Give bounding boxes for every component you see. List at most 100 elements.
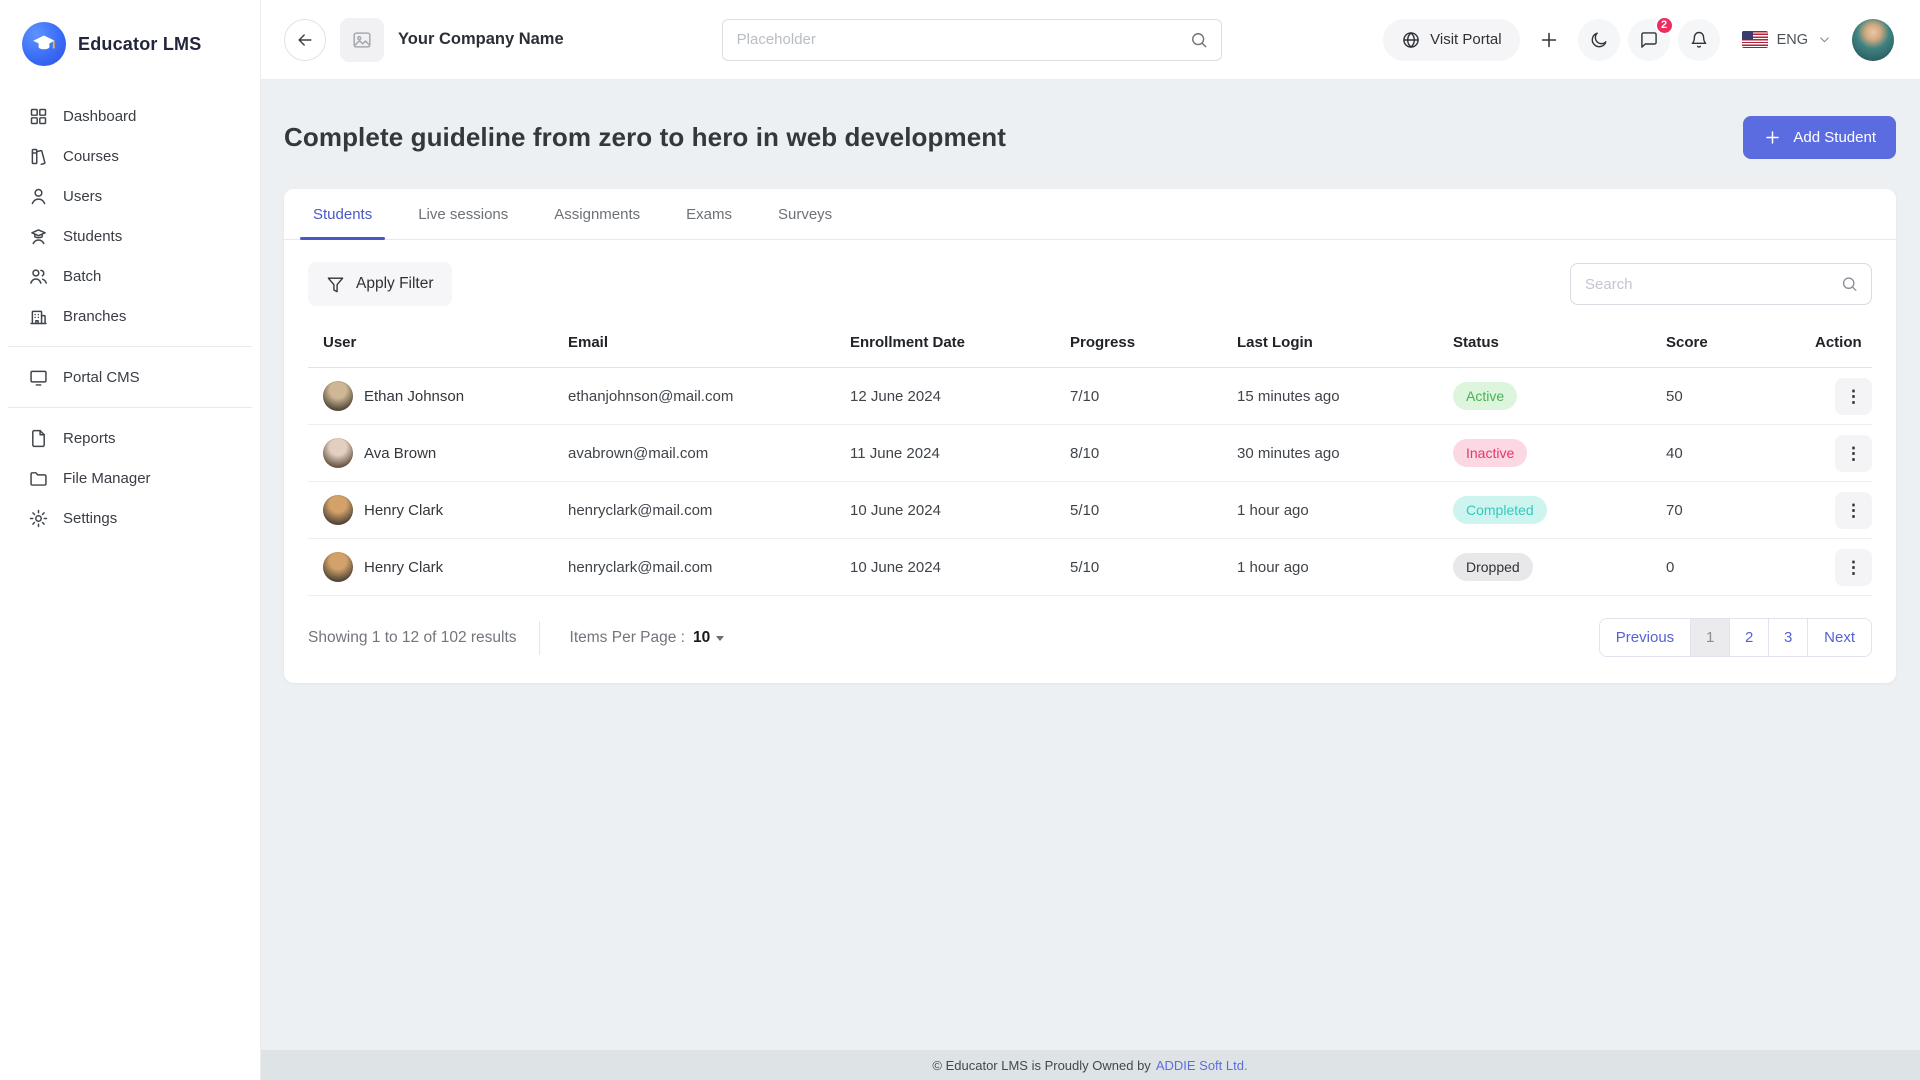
last-login: 1 hour ago [1222, 559, 1438, 576]
status-badge: Completed [1453, 496, 1547, 524]
row-actions-menu-button[interactable]: ⋮ [1835, 492, 1872, 529]
pagination-button[interactable]: 2 [1729, 619, 1768, 656]
column-header-email: Email [553, 334, 835, 351]
row-actions-menu-button[interactable]: ⋮ [1835, 549, 1872, 586]
sidebar-item[interactable]: Branches [0, 296, 260, 336]
page-content: Complete guideline from zero to hero in … [260, 80, 1920, 1050]
brand-name: Educator LMS [78, 34, 201, 55]
column-header-action: Action [1800, 334, 1874, 351]
pagination-button[interactable]: 3 [1768, 619, 1807, 656]
search-icon[interactable] [1840, 275, 1859, 294]
table-toolbar: Apply Filter [284, 240, 1896, 322]
sidebar-item[interactable]: Courses [0, 136, 260, 176]
topbar: Your Company Name Visit Portal [260, 0, 1920, 80]
people-icon [28, 266, 49, 287]
last-login: 30 minutes ago [1222, 445, 1438, 462]
sidebar-item-label: Batch [63, 268, 101, 285]
status-badge: Inactive [1453, 439, 1527, 467]
sidebar-item[interactable]: Reports [0, 418, 260, 458]
messages-button[interactable]: 2 [1628, 19, 1670, 61]
sidebar-item-label: Dashboard [63, 108, 136, 125]
progress-value: 5/10 [1055, 559, 1222, 576]
sidebar-nav: Dashboard Courses Users Students [0, 88, 260, 546]
tab[interactable]: Live sessions [415, 189, 511, 239]
arrow-left-icon [295, 30, 315, 50]
enrollment-date: 12 June 2024 [835, 388, 1055, 405]
educator-lms-logo-icon [22, 22, 66, 66]
sidebar-item-label: Students [63, 228, 122, 245]
pagination-button[interactable]: 1 [1690, 619, 1729, 656]
user-avatar[interactable] [1852, 19, 1894, 61]
plus-icon [1763, 128, 1782, 147]
notifications-button[interactable] [1678, 19, 1720, 61]
folder-icon [28, 468, 49, 489]
language-selector[interactable]: ENG [1742, 31, 1832, 48]
tab[interactable]: Exams [683, 189, 735, 239]
globe-icon [1401, 30, 1421, 50]
footer-divider [539, 621, 540, 655]
items-per-page: Items Per Page : 10 [570, 629, 725, 647]
sidebar-item[interactable]: Users [0, 176, 260, 216]
company-name: Your Company Name [398, 30, 564, 49]
table-row: Henry Clark henryclark@mail.com 10 June … [308, 482, 1872, 539]
sidebar-item[interactable]: Dashboard [0, 96, 260, 136]
student-email: avabrown@mail.com [553, 445, 835, 462]
graduate-icon [28, 226, 49, 247]
footer-text: © Educator LMS is Proudly Owned by [932, 1058, 1150, 1073]
sidebar-item-label: Users [63, 188, 102, 205]
brand[interactable]: Educator LMS [0, 18, 260, 88]
score-value: 50 [1651, 388, 1800, 405]
student-avatar [323, 495, 353, 525]
company-logo-placeholder[interactable] [340, 18, 384, 62]
add-student-label: Add Student [1793, 129, 1876, 146]
pagination-button[interactable]: Next [1807, 619, 1871, 656]
last-login: 15 minutes ago [1222, 388, 1438, 405]
global-search-input[interactable] [722, 19, 1222, 61]
filter-funnel-icon [326, 275, 345, 294]
back-button[interactable] [284, 19, 326, 61]
visit-portal-button[interactable]: Visit Portal [1383, 19, 1519, 61]
course-tabs: Students Live sessions Assignments Exams… [284, 189, 1896, 240]
progress-value: 5/10 [1055, 502, 1222, 519]
tab[interactable]: Surveys [775, 189, 835, 239]
table-search-input[interactable] [1570, 263, 1872, 305]
sidebar-item-label: Branches [63, 308, 126, 325]
add-quick-button[interactable] [1528, 19, 1570, 61]
table-row: Ethan Johnson ethanjohnson@mail.com 12 J… [308, 368, 1872, 425]
tab[interactable]: Students [310, 189, 375, 239]
dashboard-grid-icon [28, 106, 49, 127]
sidebar-item[interactable]: Batch [0, 256, 260, 296]
sidebar-item[interactable]: Students [0, 216, 260, 256]
table-row: Ava Brown avabrown@mail.com 11 June 2024… [308, 425, 1872, 482]
student-avatar [323, 438, 353, 468]
row-actions-menu-button[interactable]: ⋮ [1835, 378, 1872, 415]
search-icon[interactable] [1189, 30, 1209, 50]
dark-mode-toggle[interactable] [1578, 19, 1620, 61]
row-actions-menu-button[interactable]: ⋮ [1835, 435, 1872, 472]
sidebar-item[interactable]: File Manager [0, 458, 260, 498]
app-window: Educator LMS Dashboard Courses Users [0, 0, 1920, 1080]
progress-value: 8/10 [1055, 445, 1222, 462]
students-table: User Email Enrollment Date Progress Last… [308, 326, 1872, 596]
column-header-enrollment-date: Enrollment Date [835, 334, 1055, 351]
items-per-page-select[interactable]: 10 [693, 629, 724, 647]
sidebar-item[interactable]: Portal CMS [0, 357, 260, 397]
sidebar-item[interactable]: Settings [0, 498, 260, 538]
gear-icon [28, 508, 49, 529]
chevron-down-icon [1817, 32, 1832, 47]
pagination-button[interactable]: Previous [1600, 619, 1690, 656]
sidebar-item-label: Courses [63, 148, 119, 165]
score-value: 0 [1651, 559, 1800, 576]
status-badge: Dropped [1453, 553, 1533, 581]
items-per-page-label: Items Per Page : [570, 629, 685, 647]
table-header-row: User Email Enrollment Date Progress Last… [308, 326, 1872, 368]
column-header-user: User [308, 334, 553, 351]
apply-filter-button[interactable]: Apply Filter [308, 262, 452, 306]
add-student-button[interactable]: Add Student [1743, 116, 1896, 159]
enrollment-date: 10 June 2024 [835, 559, 1055, 576]
sidebar-item-label: Settings [63, 510, 117, 527]
last-login: 1 hour ago [1222, 502, 1438, 519]
addie-soft-link[interactable]: ADDIE Soft Ltd. [1156, 1058, 1248, 1073]
tab[interactable]: Assignments [551, 189, 643, 239]
moon-icon [1589, 30, 1609, 50]
